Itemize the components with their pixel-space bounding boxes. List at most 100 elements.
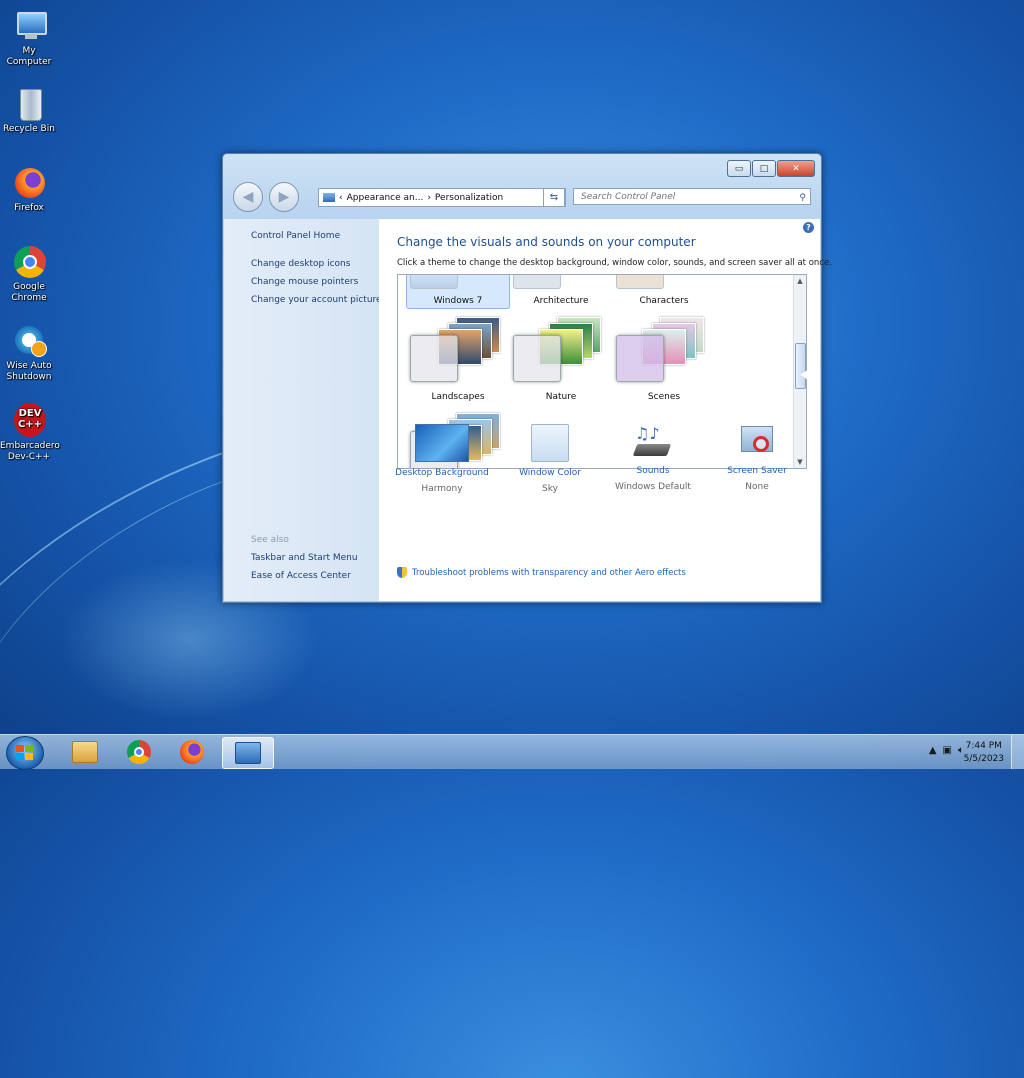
main-content: ? Change the visuals and sounds on your … xyxy=(379,219,832,601)
window-color-link[interactable]: Window Color xyxy=(495,468,605,478)
desktop-icon-my-computer[interactable]: My Computer xyxy=(0,8,58,68)
recycle-bin-icon xyxy=(11,86,47,122)
desktop-icon-firefox[interactable]: Firefox xyxy=(0,165,58,214)
theme-label-landscapes[interactable]: Landscapes xyxy=(408,392,508,402)
theme-label-scenes[interactable]: Scenes xyxy=(614,392,714,402)
help-icon[interactable]: ? xyxy=(803,222,814,233)
sounds-setting[interactable]: ♫♪ Sounds Windows Default xyxy=(598,424,708,492)
desktop-icon-google-chrome[interactable]: Google Chrome xyxy=(0,244,58,304)
refresh-button[interactable]: ⇆ xyxy=(543,188,565,207)
scenes-front-card xyxy=(616,335,664,382)
taskbar-start-menu-link[interactable]: Taskbar and Start Menu xyxy=(251,553,358,563)
network-icon[interactable]: ▣ xyxy=(943,745,952,756)
troubleshoot-aero-text: Troubleshoot problems with transparency … xyxy=(412,567,686,578)
theme-landscapes[interactable] xyxy=(410,313,510,388)
firefox-icon xyxy=(11,165,47,201)
theme-label-windows7[interactable]: Windows 7 xyxy=(408,296,508,306)
desktop-icon-devcpp[interactable]: DEV C++ Embarcadero Dev-C++ xyxy=(0,403,60,463)
screen-saver-value: None xyxy=(745,482,769,492)
shield-icon xyxy=(397,567,407,578)
screen-saver-icon xyxy=(739,424,775,460)
desktop-icon-label: Firefox xyxy=(14,203,44,213)
wise-auto-shutdown-icon xyxy=(11,323,47,359)
search-box[interactable]: ⚲ xyxy=(573,188,811,205)
caption-buttons: ▭ □ ✕ xyxy=(726,160,815,177)
theme-label-nature[interactable]: Nature xyxy=(511,392,611,402)
page-title: Change the visuals and sounds on your co… xyxy=(397,235,696,249)
clock-time: 7:44 PM xyxy=(965,741,1002,751)
personalization-window: ▭ □ ✕ ◀ ▶ ‹ Appearance an... › Personali… xyxy=(222,153,832,603)
change-account-picture-link[interactable]: Change your account picture xyxy=(251,295,382,305)
control-panel-icon xyxy=(323,193,335,202)
system-tray: ▲ ▣ 🔈︎ xyxy=(929,745,964,756)
sounds-icon: ♫♪ xyxy=(632,424,673,460)
breadcrumb-appearance[interactable]: Appearance an... xyxy=(347,193,424,203)
troubleshoot-aero-link[interactable]: Troubleshoot problems with transparency … xyxy=(397,567,686,578)
theme-characters-thumbnail xyxy=(616,275,664,289)
search-input[interactable] xyxy=(579,191,783,203)
taskbar-chrome[interactable] xyxy=(114,737,164,767)
desktop-icon-label: My Computer xyxy=(6,46,52,67)
control-panel-icon xyxy=(235,742,261,764)
desktop-icon-label: Recycle Bin xyxy=(3,124,55,134)
back-button[interactable]: ◀ xyxy=(233,182,263,212)
taskbar-explorer[interactable] xyxy=(60,737,110,767)
screen-saver-link[interactable]: Screen Saver xyxy=(702,466,812,476)
screen-saver-setting[interactable]: Screen Saver None xyxy=(702,424,812,492)
maximize-button[interactable]: □ xyxy=(752,160,776,177)
taskbar-clock[interactable]: 7:44 PM 5/5/2023 xyxy=(964,740,1004,766)
control-panel-home-link[interactable]: Control Panel Home xyxy=(251,231,340,241)
theme-windows7-thumbnail xyxy=(410,275,458,289)
ease-of-access-link[interactable]: Ease of Access Center xyxy=(251,571,351,581)
show-hidden-icons-icon[interactable]: ▲ xyxy=(929,745,937,756)
explorer-icon xyxy=(72,741,98,763)
desktop-background-icon xyxy=(415,424,469,462)
taskbar-firefox[interactable] xyxy=(167,737,217,767)
taskbar: ▲ ▣ 🔈︎ 7:44 PM 5/5/2023 xyxy=(0,734,1024,770)
theme-label-characters[interactable]: Characters xyxy=(614,296,714,306)
landscape-front-card xyxy=(410,335,458,382)
left-navigation-pane: Control Panel Home Change desktop icons … xyxy=(224,219,382,601)
desktop-icon-recycle-bin[interactable]: Recycle Bin xyxy=(0,86,58,135)
search-icon[interactable]: ⚲ xyxy=(799,190,806,207)
devcpp-icon: DEV C++ xyxy=(11,403,47,439)
start-button[interactable] xyxy=(6,736,44,770)
chrome-icon xyxy=(127,740,151,764)
computer-icon xyxy=(11,8,47,44)
desktop-background-value: Harmony xyxy=(421,484,463,494)
close-button[interactable]: ✕ xyxy=(777,160,815,177)
page-subtitle: Click a theme to change the desktop back… xyxy=(397,258,832,268)
window-color-setting[interactable]: Window Color Sky xyxy=(495,424,605,494)
windows-logo-icon xyxy=(16,745,33,760)
scrollbar-thumb[interactable] xyxy=(795,343,806,389)
address-bar[interactable]: ‹ Appearance an... › Personalization ▼ xyxy=(318,188,566,207)
see-also-heading: See also xyxy=(251,535,289,545)
desktop-icon-label: Google Chrome xyxy=(11,282,47,303)
sounds-link[interactable]: Sounds xyxy=(598,466,708,476)
forward-button[interactable]: ▶ xyxy=(269,182,299,212)
show-desktop-button[interactable] xyxy=(1011,735,1024,769)
window-color-value: Sky xyxy=(542,484,558,494)
nature-front-card xyxy=(513,335,561,382)
theme-label-architecture[interactable]: Architecture xyxy=(511,296,611,306)
refresh-icon: ⇆ xyxy=(549,192,559,203)
change-mouse-pointers-link[interactable]: Change mouse pointers xyxy=(251,277,358,287)
breadcrumb-separator-icon: › xyxy=(427,192,431,203)
desktop-icon-wise-auto-shutdown[interactable]: Wise Auto Shutdown xyxy=(0,323,58,383)
sounds-value: Windows Default xyxy=(615,482,691,492)
theme-nature[interactable] xyxy=(513,313,613,388)
desktop-background-setting[interactable]: Desktop Background Harmony xyxy=(387,424,497,494)
minimize-button[interactable]: ▭ xyxy=(727,160,751,177)
desktop-background-link[interactable]: Desktop Background xyxy=(387,468,497,478)
desktop-icon-label: Embarcadero Dev-C++ xyxy=(0,441,60,462)
theme-architecture-thumbnail xyxy=(513,275,561,289)
scroll-up-icon[interactable]: ▲ xyxy=(794,275,806,287)
forward-arrow-icon: ▶ xyxy=(278,189,290,205)
theme-scenes[interactable] xyxy=(616,313,716,388)
firefox-icon xyxy=(180,740,204,764)
change-desktop-icons-link[interactable]: Change desktop icons xyxy=(251,259,350,269)
desktop-icon-label: Wise Auto Shutdown xyxy=(6,361,52,382)
breadcrumb-personalization[interactable]: Personalization xyxy=(435,193,503,203)
taskbar-control-panel[interactable] xyxy=(222,737,274,769)
chevron-icon: ‹ xyxy=(339,192,343,203)
